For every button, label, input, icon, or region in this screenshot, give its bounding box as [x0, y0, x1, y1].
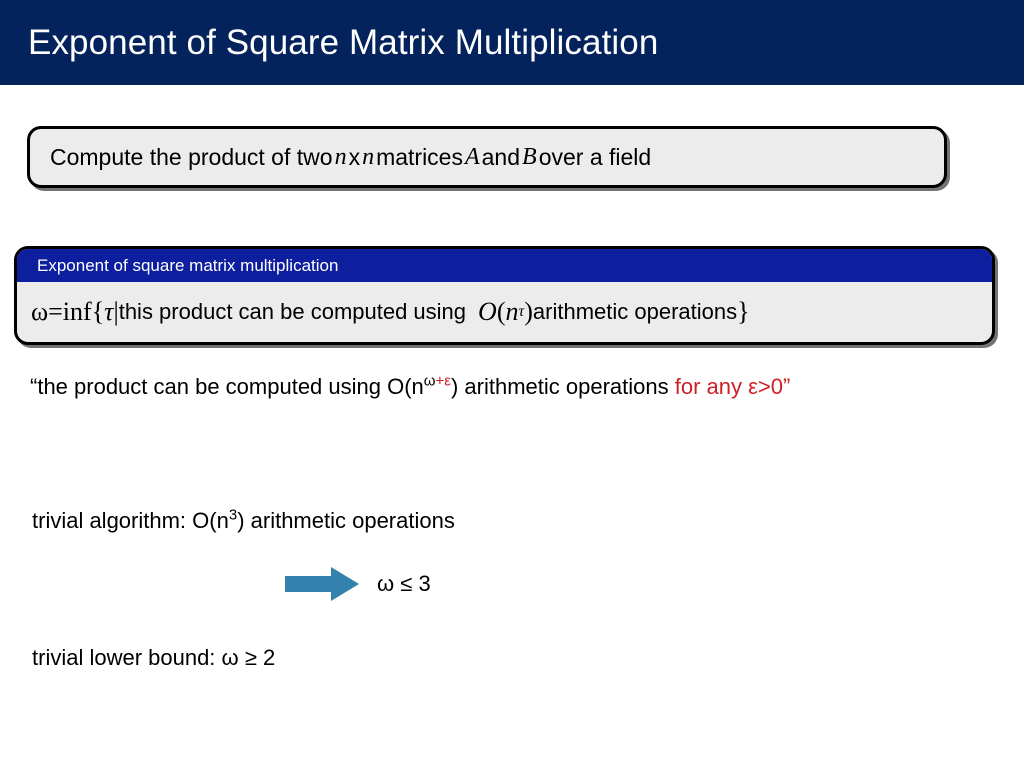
- problem-tail: over a field: [538, 143, 652, 170]
- math-brace-open: {: [91, 297, 105, 326]
- problem-lead: Compute the product of two: [50, 143, 333, 170]
- trivial-algorithm-line: trivial algorithm: O(n3) arithmetic oper…: [32, 508, 455, 534]
- math-var-n-second: n: [362, 143, 375, 170]
- quote-text-second: ) arithmetic operations: [450, 374, 675, 399]
- definition-text-first: this product can be computed using: [118, 299, 467, 324]
- trivial-algorithm-text-first: trivial algorithm: O(n: [32, 508, 229, 533]
- math-paren-close: ): [524, 297, 533, 326]
- conclusion-upper-bound: ω ≤ 3: [377, 571, 431, 596]
- math-omega: ω: [31, 297, 49, 326]
- math-equals: =: [48, 297, 63, 326]
- quote-sup-plus-epsilon: +ε: [435, 372, 451, 390]
- math-var-n-first: n: [334, 143, 347, 170]
- math-base-n: n: [505, 297, 519, 326]
- definition-box: Exponent of square matrix multiplication…: [14, 246, 995, 345]
- problem-mid: matrices: [376, 143, 463, 170]
- page-title: Exponent of Square Matrix Multiplication: [28, 23, 659, 62]
- conclusion-row: ω ≤ 3: [285, 565, 431, 603]
- lower-bound-line: trivial lower bound: ω ≥ 2: [32, 645, 276, 670]
- quote-line: “the product can be computed using O(nω+…: [30, 374, 790, 400]
- definition-box-body: ω = inf { τ | this product can be comput…: [17, 282, 992, 342]
- problem-statement-text: Compute the product of two n x n matrice…: [50, 129, 651, 185]
- trivial-algorithm-exponent: 3: [228, 506, 238, 524]
- definition-text-second: arithmetic operations: [532, 299, 738, 324]
- math-tau: τ: [104, 297, 114, 326]
- definition-box-header: Exponent of square matrix multiplication: [17, 249, 992, 282]
- problem-times: x: [348, 143, 361, 170]
- math-var-A: A: [464, 143, 480, 170]
- right-arrow-icon: [285, 567, 359, 601]
- problem-and: and: [481, 143, 521, 170]
- quote-red-clause: for any ε>0: [674, 374, 783, 399]
- quote-close: ”: [783, 374, 791, 399]
- quote-text-first: the product can be computed using O(n: [37, 374, 424, 399]
- math-brace-close: }: [737, 297, 750, 326]
- quote-sup-omega: ω: [423, 372, 436, 390]
- math-big-o: O: [478, 297, 497, 326]
- slide-title-bar: Exponent of Square Matrix Multiplication: [0, 0, 1024, 85]
- problem-statement-box: Compute the product of two n x n matrice…: [27, 126, 947, 188]
- math-inf: inf: [62, 297, 92, 326]
- trivial-algorithm-text-second: ) arithmetic operations: [237, 508, 455, 533]
- math-var-B: B: [522, 143, 537, 170]
- math-paren-open: (: [496, 297, 506, 326]
